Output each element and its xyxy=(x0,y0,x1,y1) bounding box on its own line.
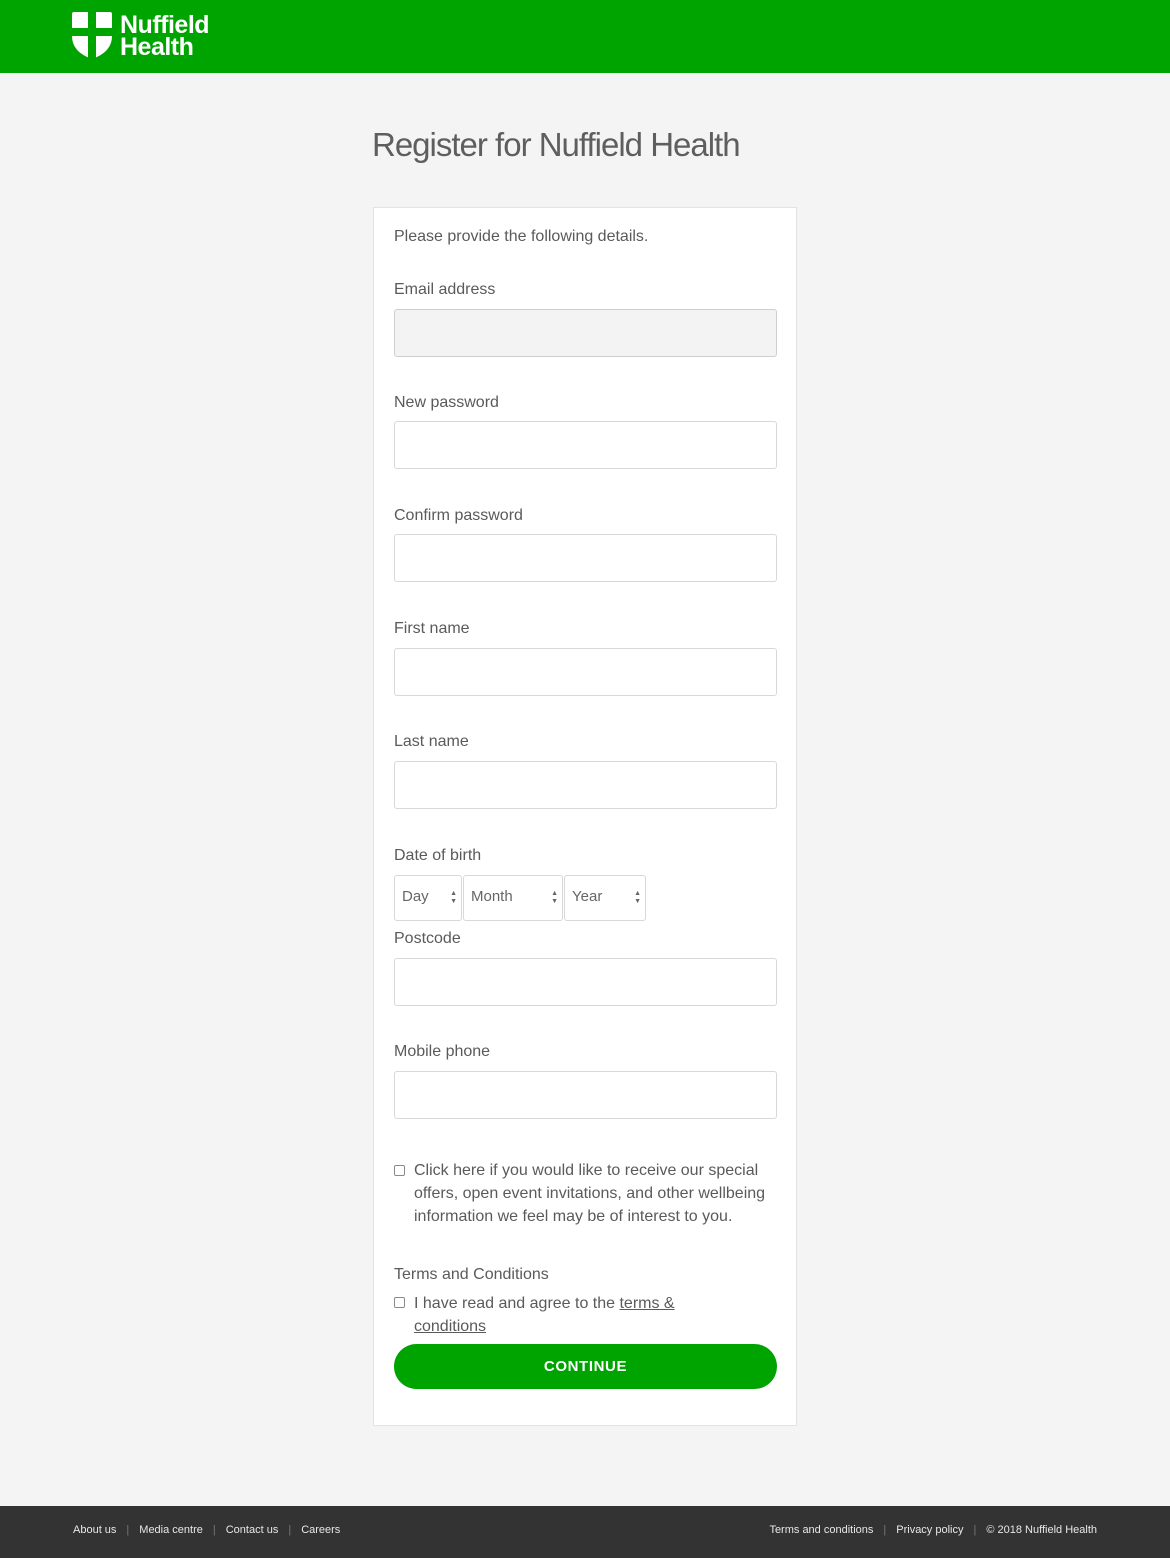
footer-divider: | xyxy=(973,1524,977,1536)
footer-link-media-centre[interactable]: Media centre xyxy=(139,1524,203,1536)
footer-divider: | xyxy=(212,1524,216,1536)
logo-wordmark: Nuffield Health xyxy=(120,12,210,61)
postcode-label: Postcode xyxy=(394,930,461,947)
page-footer: About us | Media centre | Contact us | C… xyxy=(0,1506,1170,1558)
top-header-bar: Nuffield Health xyxy=(0,0,1170,73)
new-password-field[interactable] xyxy=(394,421,777,469)
footer-divider: | xyxy=(288,1524,292,1536)
new-password-label: New password xyxy=(394,394,499,411)
dob-year-value: Year xyxy=(572,888,603,905)
logo-line-2: Health xyxy=(120,32,194,61)
email-field[interactable] xyxy=(394,309,777,357)
page-title: Register for Nuffield Health xyxy=(372,126,741,163)
first-name-label: First name xyxy=(394,620,470,637)
select-arrows-icon: ▲ ▼ xyxy=(450,890,457,905)
confirm-password-field[interactable] xyxy=(394,534,777,582)
marketing-opt-in-checkbox[interactable] xyxy=(394,1165,405,1176)
date-of-birth-label: Date of birth xyxy=(394,847,482,864)
dob-day-value: Day xyxy=(402,888,429,905)
shield-cross-icon xyxy=(72,12,112,59)
dob-year-select[interactable]: Year ▲ ▼ xyxy=(564,875,646,921)
marketing-opt-in-text: Click here if you would like to receive … xyxy=(414,1162,766,1225)
terms-heading: Terms and Conditions xyxy=(394,1266,549,1283)
select-arrows-icon: ▲ ▼ xyxy=(634,890,641,905)
postcode-field[interactable] xyxy=(394,958,777,1006)
select-arrows-icon: ▲ ▼ xyxy=(551,890,558,905)
footer-link-contact-us[interactable]: Contact us xyxy=(226,1524,279,1536)
footer-link-about-us[interactable]: About us xyxy=(73,1524,116,1536)
dob-day-select[interactable]: Day ▲ ▼ xyxy=(394,875,462,921)
footer-divider: | xyxy=(126,1524,130,1536)
registration-form-card: Please provide the following details. Em… xyxy=(373,207,797,1426)
footer-left-links: About us | Media centre | Contact us | C… xyxy=(73,1524,340,1536)
dob-month-value: Month xyxy=(471,888,513,905)
continue-button[interactable]: CONTINUE xyxy=(394,1344,777,1389)
footer-link-terms[interactable]: Terms and conditions xyxy=(769,1524,873,1536)
terms-agree-label: I have read and agree to the xyxy=(414,1295,620,1312)
footer-divider: | xyxy=(883,1524,887,1536)
footer-copyright: © 2018 Nuffield Health xyxy=(986,1524,1097,1536)
confirm-password-label: Confirm password xyxy=(394,507,523,524)
terms-agree-text: I have read and agree to the terms & con… xyxy=(414,1292,714,1338)
footer-right-links: Terms and conditions | Privacy policy | … xyxy=(769,1524,1097,1536)
footer-link-careers[interactable]: Careers xyxy=(301,1524,340,1536)
footer-link-privacy[interactable]: Privacy policy xyxy=(896,1524,963,1536)
email-label: Email address xyxy=(394,281,496,298)
last-name-label: Last name xyxy=(394,733,469,750)
form-intro: Please provide the following details. xyxy=(394,228,649,245)
dob-month-select[interactable]: Month ▲ ▼ xyxy=(463,875,563,921)
first-name-field[interactable] xyxy=(394,648,777,696)
terms-agree-checkbox[interactable] xyxy=(394,1297,405,1308)
mobile-phone-label: Mobile phone xyxy=(394,1043,491,1060)
last-name-field[interactable] xyxy=(394,761,777,809)
nuffield-health-logo[interactable]: Nuffield Health xyxy=(72,12,210,61)
mobile-phone-field[interactable] xyxy=(394,1071,777,1119)
